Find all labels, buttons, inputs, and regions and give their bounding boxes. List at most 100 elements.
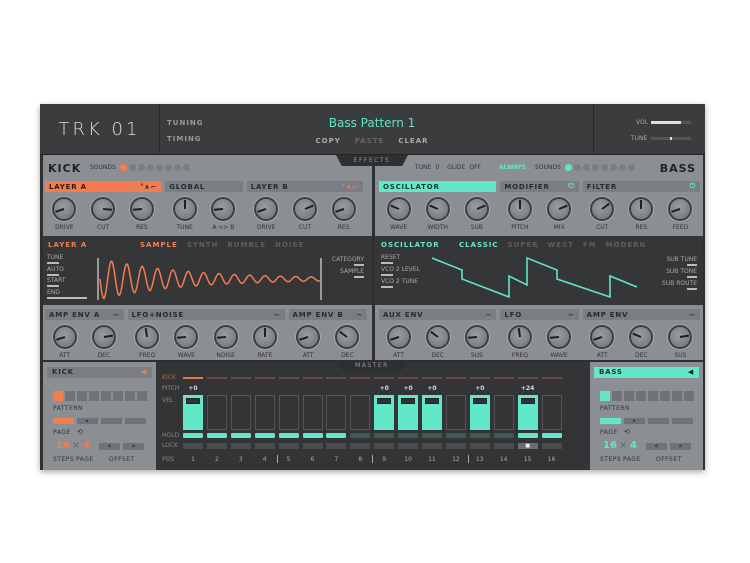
hold-toggle[interactable] <box>302 433 323 438</box>
wave-knob[interactable]: WAVE <box>171 325 201 359</box>
power-icon[interactable]: ⏻ <box>690 182 696 191</box>
sound-slot[interactable] <box>182 164 190 171</box>
param-slider[interactable] <box>687 276 697 278</box>
knob-dial[interactable] <box>590 325 615 349</box>
velocity-handle[interactable] <box>377 398 392 404</box>
lock-toggle[interactable] <box>278 443 299 449</box>
pattern-title[interactable]: Bass Pattern 1 <box>240 116 504 130</box>
loop-icon[interactable]: ⟲ <box>624 428 630 436</box>
pattern-slot[interactable] <box>600 391 610 401</box>
tab-modern[interactable]: MODERN <box>606 241 647 249</box>
section-header[interactable]: AMP ENV B ∼ <box>288 309 367 320</box>
knob-dial[interactable] <box>507 197 532 221</box>
sound-slot[interactable] <box>155 164 163 171</box>
kick-trigger[interactable] <box>278 377 299 379</box>
kick-trigger[interactable] <box>374 377 395 379</box>
sound-slot[interactable] <box>119 164 127 171</box>
knob-dial[interactable] <box>464 325 489 349</box>
pattern-slot[interactable] <box>53 391 63 401</box>
param-start[interactable]: START <box>47 277 66 284</box>
section-header[interactable]: AMP ENV ∼ <box>582 309 700 320</box>
track-header[interactable]: BASS ◀ <box>594 367 699 378</box>
param-slider[interactable] <box>687 264 697 266</box>
pitch-value[interactable]: +0 <box>374 385 394 392</box>
timing-link[interactable]: TIMING <box>167 135 202 143</box>
velocity-step[interactable] <box>422 395 442 430</box>
knob-dial[interactable] <box>52 197 77 221</box>
page-button[interactable] <box>672 418 693 424</box>
res-knob[interactable]: RES <box>329 197 359 231</box>
hold-toggle[interactable] <box>183 433 203 438</box>
loop-icon[interactable]: ⟲ <box>77 428 83 436</box>
knob-dial[interactable] <box>386 197 411 221</box>
lock-toggle[interactable] <box>350 443 371 449</box>
hold-toggle[interactable] <box>374 433 395 438</box>
param-slider[interactable] <box>381 286 393 288</box>
freq-knob[interactable]: FREQ <box>505 325 535 359</box>
section-header[interactable]: OSCILLATOR <box>379 181 497 192</box>
section-header[interactable]: LAYER A ⌝∧⌐ <box>45 181 162 192</box>
param-reset[interactable]: RESET <box>381 254 400 261</box>
section-header[interactable]: GLOBAL <box>165 181 243 192</box>
pitch-value[interactable]: +0 <box>422 385 442 392</box>
kick-trigger[interactable] <box>493 377 514 379</box>
lock-toggle[interactable] <box>422 443 442 449</box>
pitch-value[interactable]: +24 <box>518 385 538 392</box>
param-slider[interactable] <box>381 262 393 264</box>
section-header[interactable]: AMP ENV A ∼ <box>45 309 124 320</box>
velocity-step[interactable] <box>374 395 395 430</box>
tab-west[interactable]: WEST <box>548 241 574 249</box>
param-end[interactable]: END <box>47 289 60 296</box>
tune-value[interactable]: 0 <box>435 164 439 171</box>
knob-dial[interactable] <box>129 197 154 221</box>
param-vco-2-level[interactable]: VCO 2 LEVEL <box>381 266 420 273</box>
param-sub-tune[interactable]: SUB TUNE <box>666 256 697 263</box>
sound-slot[interactable] <box>600 164 608 171</box>
param-slider[interactable] <box>47 296 87 299</box>
velocity-step[interactable] <box>541 395 562 430</box>
lock-toggle[interactable] <box>326 443 347 449</box>
hold-toggle[interactable] <box>350 433 371 438</box>
att-knob[interactable]: ATT <box>293 325 323 359</box>
shape-selector-icon[interactable]: ⌝∧⌐ <box>342 183 359 191</box>
drive-knob[interactable]: DRIVE <box>49 197 79 231</box>
a-b-knob[interactable]: A <> B <box>208 197 238 231</box>
velocity-step[interactable] <box>445 395 466 430</box>
lock-toggle[interactable] <box>469 443 490 449</box>
cut-knob[interactable]: CUT <box>88 197 118 231</box>
lock-toggle[interactable] <box>206 443 227 449</box>
velocity-handle[interactable] <box>401 398 416 404</box>
freq-knob[interactable]: FREQ <box>132 325 162 359</box>
param-sub-route[interactable]: SUB ROUTE <box>662 280 697 287</box>
knob-dial[interactable] <box>91 325 116 349</box>
velocity-handle[interactable] <box>520 398 535 404</box>
cut-knob[interactable]: CUT <box>290 197 320 231</box>
param-auto[interactable]: AUTO <box>47 266 64 273</box>
param-vco-2-tune[interactable]: VCO 2 TUNE <box>381 278 418 285</box>
section-header[interactable]: MODIFIER ⏻ <box>500 181 579 192</box>
noise-knob[interactable]: NOISE <box>211 325 241 359</box>
steps-value[interactable]: 16 <box>56 440 70 451</box>
pattern-slot[interactable] <box>89 391 99 401</box>
sound-slot[interactable] <box>146 164 154 171</box>
param-slider[interactable] <box>381 274 393 276</box>
sound-slot[interactable] <box>609 164 617 171</box>
pattern-slot[interactable] <box>636 391 646 401</box>
pitch-value[interactable]: +0 <box>398 385 418 392</box>
hold-toggle[interactable] <box>469 433 490 438</box>
offset-next-button[interactable]: » <box>670 443 691 450</box>
pattern-slot[interactable] <box>624 391 634 401</box>
pattern-slot[interactable] <box>660 391 670 401</box>
kick-trigger[interactable] <box>230 377 251 379</box>
lock-toggle[interactable] <box>445 443 466 449</box>
track-header[interactable]: KICK ◀ <box>47 367 152 378</box>
kick-trigger[interactable] <box>326 377 347 379</box>
pitch-value[interactable]: +0 <box>183 385 203 392</box>
offset-prev-button[interactable]: « <box>646 443 667 450</box>
glide-value[interactable]: OFF <box>469 164 481 171</box>
param-slider[interactable] <box>354 276 364 278</box>
sound-slot[interactable] <box>564 164 572 171</box>
dec-knob[interactable]: DEC <box>332 325 362 359</box>
tune-knob[interactable]: TUNE <box>170 197 200 231</box>
lock-toggle[interactable] <box>541 443 562 449</box>
